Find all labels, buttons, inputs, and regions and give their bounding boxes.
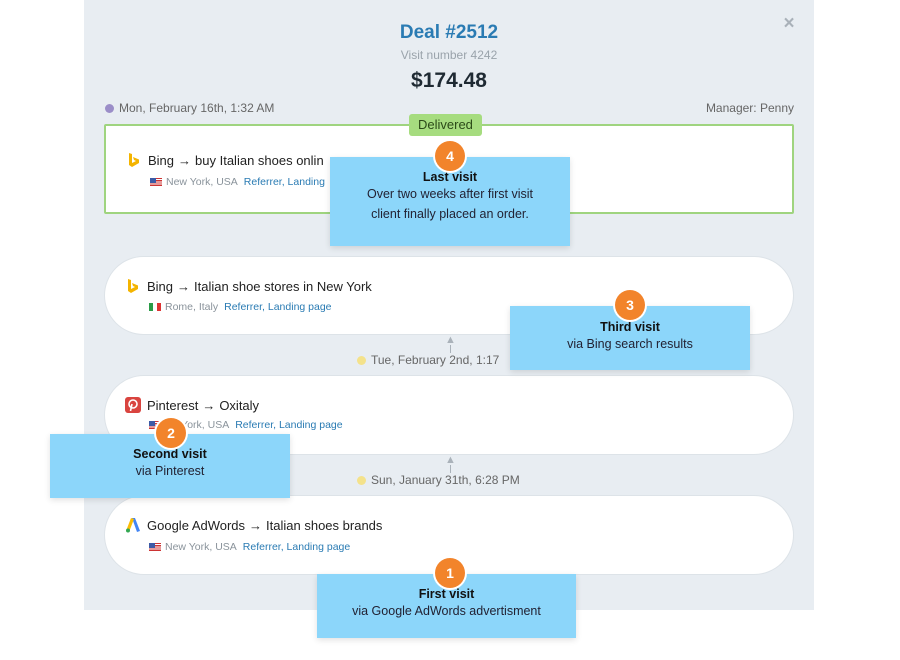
- delivered-badge: Delivered: [409, 114, 482, 136]
- deal-title: Deal #2512: [399, 22, 499, 43]
- arrow-icon: →: [249, 518, 263, 533]
- visit-meta: Rome, Italy Referrer, Landing page: [149, 301, 332, 313]
- visit-meta: New York, USA Referrer, Landing page: [149, 541, 350, 553]
- deal-visits-view: × Deal #2512 Visit number 4242 $174.48 M…: [0, 0, 900, 660]
- referrer-landing-link[interactable]: Referrer, Landing: [244, 176, 325, 188]
- referrer-landing-link[interactable]: Referrer, Landing page: [243, 541, 350, 553]
- visit-location: New York, USA: [165, 541, 237, 553]
- visit-location: New York, USA: [166, 176, 238, 188]
- pinterest-icon: [125, 397, 141, 413]
- callout-title: First visit: [418, 587, 475, 601]
- arrow-icon: →: [178, 153, 192, 168]
- callout-title: Third visit: [600, 320, 660, 334]
- adwords-icon: [126, 518, 140, 533]
- step-badge-4: 4: [435, 141, 465, 171]
- visit-date: Tue, February 2nd, 1:17: [357, 353, 499, 367]
- visit-query: buy Italian shoes onlin: [195, 153, 324, 168]
- visit-query: Italian shoe stores in New York: [194, 279, 372, 294]
- visit-source-line: Bing → Italian shoe stores in New York: [125, 278, 372, 294]
- up-arrow-icon: ▲: [445, 455, 456, 473]
- callout-text: Over two weeks after first visit: [366, 187, 533, 201]
- visit-date: Sun, January 31th, 6:28 PM: [357, 473, 520, 487]
- callout-text: client finally placed an order.: [371, 207, 529, 221]
- order-date-text: Mon, February 16th, 1:32 AM: [119, 101, 275, 115]
- visit-date-text: Tue, February 2nd, 1:17: [371, 353, 500, 367]
- manager-label: Manager: Penny: [705, 101, 794, 115]
- visit-number: Visit number 4242: [400, 48, 498, 62]
- visit-location: Rome, Italy: [165, 301, 219, 313]
- visit-source-line: Google AdWords → Italian shoes brands: [125, 517, 382, 533]
- bing-icon: [128, 279, 138, 293]
- step-badge-3: 3: [615, 290, 645, 320]
- callout-title: Second visit: [133, 447, 207, 461]
- us-flag-icon: [150, 178, 162, 186]
- visit-source-line: Pinterest → Oxitaly: [125, 397, 259, 413]
- step-badge-1: 1: [435, 558, 465, 588]
- callout-text: via Bing search results: [567, 337, 693, 351]
- order-date: Mon, February 16th, 1:32 AM: [105, 101, 274, 115]
- visit-meta: New York, USA Referrer, Landing: [150, 176, 325, 188]
- visit-source: Pinterest: [147, 398, 199, 413]
- arrow-icon: →: [177, 279, 191, 294]
- visit-source: Google AdWords: [147, 518, 246, 533]
- visit-query: Italian shoes brands: [266, 518, 383, 533]
- sun-icon: [357, 476, 366, 485]
- italy-flag-icon: [149, 303, 161, 311]
- callout-text: via Pinterest: [135, 464, 205, 478]
- sun-icon: [357, 356, 366, 365]
- arrow-icon: →: [202, 398, 216, 413]
- callout-title: Last visit: [422, 170, 478, 184]
- deal-amount: $174.48: [411, 69, 487, 92]
- bing-icon: [129, 153, 139, 167]
- referrer-landing-link[interactable]: Referrer, Landing page: [235, 419, 342, 431]
- callout-text: via Google AdWords advertisment: [352, 604, 541, 618]
- step-badge-2: 2: [156, 418, 186, 448]
- moon-icon: [105, 104, 114, 113]
- referrer-landing-link[interactable]: Referrer, Landing page: [224, 301, 331, 313]
- up-arrow-icon: ▲: [445, 335, 456, 353]
- visit-source: Bing: [148, 153, 175, 168]
- us-flag-icon: [149, 543, 161, 551]
- visit-source: Bing: [147, 279, 174, 294]
- visit-date-text: Sun, January 31th, 6:28 PM: [371, 473, 520, 487]
- visit-source-line: Bing → buy Italian shoes onlin: [126, 152, 324, 168]
- visit-query: Oxitaly: [219, 398, 260, 413]
